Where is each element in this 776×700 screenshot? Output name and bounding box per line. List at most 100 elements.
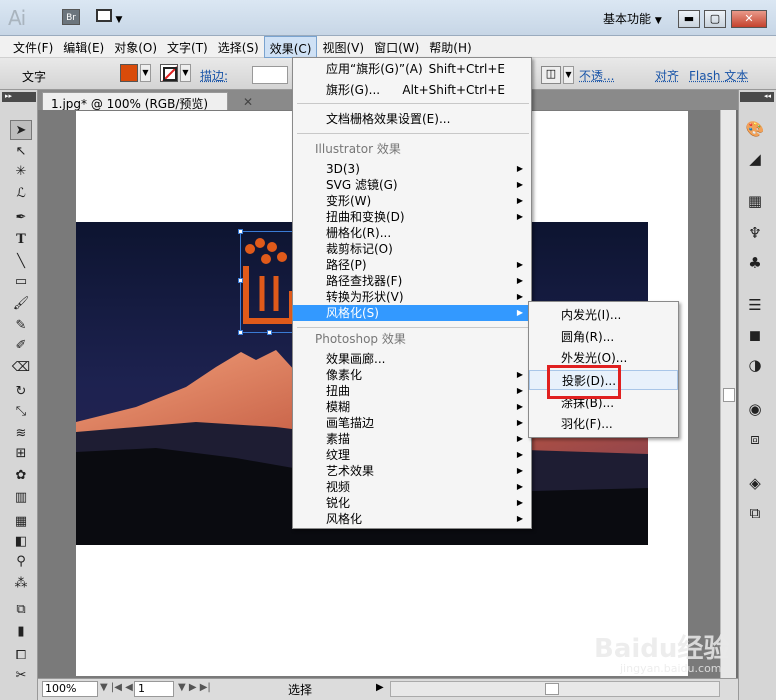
menu-item-artistic[interactable]: 艺术效果 ▶ [293, 463, 531, 479]
free-transform-tool-icon[interactable]: ⊞ [10, 444, 32, 464]
artboard-nav-icon[interactable]: ▼ |◀ ◀ [100, 682, 133, 693]
menu-item-texture[interactable]: 纹理 ▶ [293, 447, 531, 463]
style-dropdown[interactable]: ▼ [563, 66, 574, 84]
stroke-weight-input[interactable] [252, 66, 288, 84]
eraser-tool-icon[interactable]: ⌫ [10, 358, 32, 378]
warp-tool-icon[interactable]: ≋ [10, 424, 32, 444]
submenu-item-inner-glow[interactable]: 内发光(I)... [529, 305, 678, 325]
menu-item-pixelate[interactable]: 像素化 ▶ [293, 367, 531, 383]
menu-help[interactable]: 帮助(H) [424, 36, 476, 58]
menu-item-last-effect[interactable]: 旗形(G)... Alt+Shift+Ctrl+E [293, 82, 531, 98]
resize-handle[interactable] [238, 278, 243, 283]
menu-item-apply-last[interactable]: 应用“旗形(G)”(A) Shift+Ctrl+E [293, 61, 531, 77]
collapse-icon[interactable]: ▸▸ [2, 92, 36, 102]
appearance-icon[interactable]: ◉ [744, 398, 766, 420]
submenu-item-feather[interactable]: 羽化(F)... [529, 414, 678, 434]
flash-text-link[interactable]: Flash 文本 [689, 67, 748, 84]
menu-object[interactable]: 对象(O) [109, 36, 162, 58]
menu-item-distort-transform[interactable]: 扭曲和变换(D) ▶ [293, 209, 531, 225]
pen-tool-icon[interactable]: ✒ [10, 208, 32, 228]
graphic-styles-icon[interactable]: ⧈ [744, 428, 766, 450]
status-menu-icon[interactable]: ▶ [376, 682, 384, 693]
artboard-next-icon[interactable]: ▼ ▶ ▶| [178, 682, 211, 693]
horizontal-scrollbar[interactable] [390, 681, 720, 697]
menu-view[interactable]: 视图(V) [317, 36, 369, 58]
align-link[interactable]: 对齐 [655, 67, 679, 84]
stroke-panel-icon[interactable]: ☰ [744, 294, 766, 316]
symbols-icon[interactable]: ♣ [744, 252, 766, 274]
color-guide-icon[interactable]: ◢ [744, 148, 766, 170]
hscroll-thumb[interactable] [545, 683, 559, 695]
close-tab-icon[interactable]: ✕ [243, 95, 253, 109]
menu-item-effect-gallery[interactable]: 效果画廊... [293, 351, 531, 367]
submenu-item-round-corners[interactable]: 圆角(R)... [529, 327, 678, 347]
menu-item-document-raster-settings[interactable]: 文档栅格效果设置(E)... [293, 111, 531, 127]
layers-icon[interactable]: ◈ [744, 472, 766, 494]
stroke-color-swatch[interactable] [160, 64, 178, 82]
symbol-sprayer-tool-icon[interactable]: ✿ [10, 466, 32, 486]
scroll-thumb[interactable] [723, 388, 735, 402]
scale-tool-icon[interactable]: ⤡ [10, 402, 32, 422]
direct-selection-tool-icon[interactable]: ↖ [10, 142, 32, 162]
lasso-tool-icon[interactable]: ℒ [10, 184, 32, 204]
menu-type[interactable]: 文字(T) [162, 36, 213, 58]
resize-handle[interactable] [238, 330, 243, 335]
color-palette-icon[interactable]: 🎨 [744, 118, 766, 140]
menu-item-path[interactable]: 路径(P) ▶ [293, 257, 531, 273]
menu-select[interactable]: 选择(S) [213, 36, 264, 58]
mesh-tool-icon[interactable]: ▦ [10, 512, 32, 532]
pencil-tool-icon[interactable]: ✎ [10, 316, 32, 336]
selection-tool-icon[interactable]: ➤ [10, 120, 32, 140]
workspace-switcher[interactable]: 基本功能 ▼ [603, 10, 662, 27]
blob-brush-tool-icon[interactable]: ✐ [10, 336, 32, 356]
artboard-tool-icon[interactable]: ⧠ [10, 646, 32, 666]
fill-dropdown[interactable]: ▼ [140, 64, 151, 82]
maximize-button[interactable]: ▢ [704, 10, 726, 28]
menu-item-video[interactable]: 视频 ▶ [293, 479, 531, 495]
menu-file[interactable]: 文件(F) [8, 36, 58, 58]
resize-handle[interactable] [238, 229, 243, 234]
menu-item-stylize-illustrator[interactable]: 风格化(S) ▶ [293, 305, 531, 321]
menu-item-stylize-photoshop[interactable]: 风格化 ▶ [293, 511, 531, 527]
minimize-button[interactable]: ▬ [678, 10, 700, 28]
rectangle-tool-icon[interactable]: ▭ [10, 272, 32, 292]
stroke-label[interactable]: 描边: [200, 67, 228, 84]
magic-wand-tool-icon[interactable]: ✳ [10, 162, 32, 182]
type-tool-icon[interactable]: T [10, 230, 32, 250]
menu-item-sketch[interactable]: 素描 ▶ [293, 431, 531, 447]
zoom-select[interactable]: 100% [42, 681, 98, 697]
artboard-number-input[interactable]: 1 [134, 681, 174, 697]
close-button[interactable]: ✕ [731, 10, 767, 28]
expand-icon[interactable]: ◂◂ [740, 92, 774, 102]
style-icon[interactable]: ◫ [541, 66, 561, 84]
document-tab[interactable]: 1.jpg* @ 100% (RGB/预览) ✕ [42, 92, 253, 111]
menu-item-blur[interactable]: 模糊 ▶ [293, 399, 531, 415]
swatches-icon[interactable]: ▦ [744, 190, 766, 212]
menu-item-crop-marks[interactable]: 裁剪标记(O) [293, 241, 531, 257]
slice-tool-icon[interactable]: ✂ [10, 666, 32, 686]
live-paint-tool-icon[interactable]: ⧉ [10, 600, 32, 620]
fill-color-swatch[interactable] [120, 64, 138, 82]
menu-item-sharpen[interactable]: 锐化 ▶ [293, 495, 531, 511]
gradient-panel-icon[interactable]: ◼ [744, 324, 766, 346]
menu-item-pathfinder[interactable]: 路径查找器(F) ▶ [293, 273, 531, 289]
opacity-link[interactable]: 不透... [579, 67, 614, 84]
artboards-icon[interactable]: ⧉ [744, 502, 766, 524]
line-tool-icon[interactable]: ╲ [10, 252, 32, 272]
menu-item-brush-strokes[interactable]: 画笔描边 ▶ [293, 415, 531, 431]
arrange-documents-button[interactable]: ▼ [96, 9, 130, 26]
vertical-scrollbar[interactable] [720, 110, 736, 678]
column-graph-tool-icon[interactable]: ▥ [10, 488, 32, 508]
menu-effect[interactable]: 效果(C) [263, 36, 318, 58]
graph-tool-icon[interactable]: ▮ [10, 622, 32, 642]
gradient-tool-icon[interactable]: ◧ [10, 532, 32, 552]
menu-item-convert-to-shape[interactable]: 转换为形状(V) ▶ [293, 289, 531, 305]
menu-item-3d[interactable]: 3D(3) ▶ [293, 161, 531, 177]
resize-handle[interactable] [267, 330, 272, 335]
menu-window[interactable]: 窗口(W) [369, 36, 424, 58]
blend-tool-icon[interactable]: ⁂ [10, 574, 32, 594]
transparency-icon[interactable]: ◑ [744, 354, 766, 376]
stroke-dropdown[interactable]: ▼ [180, 64, 191, 82]
brushes-icon[interactable]: ♆ [744, 222, 766, 244]
menu-item-svg-filters[interactable]: SVG 滤镜(G) ▶ [293, 177, 531, 193]
